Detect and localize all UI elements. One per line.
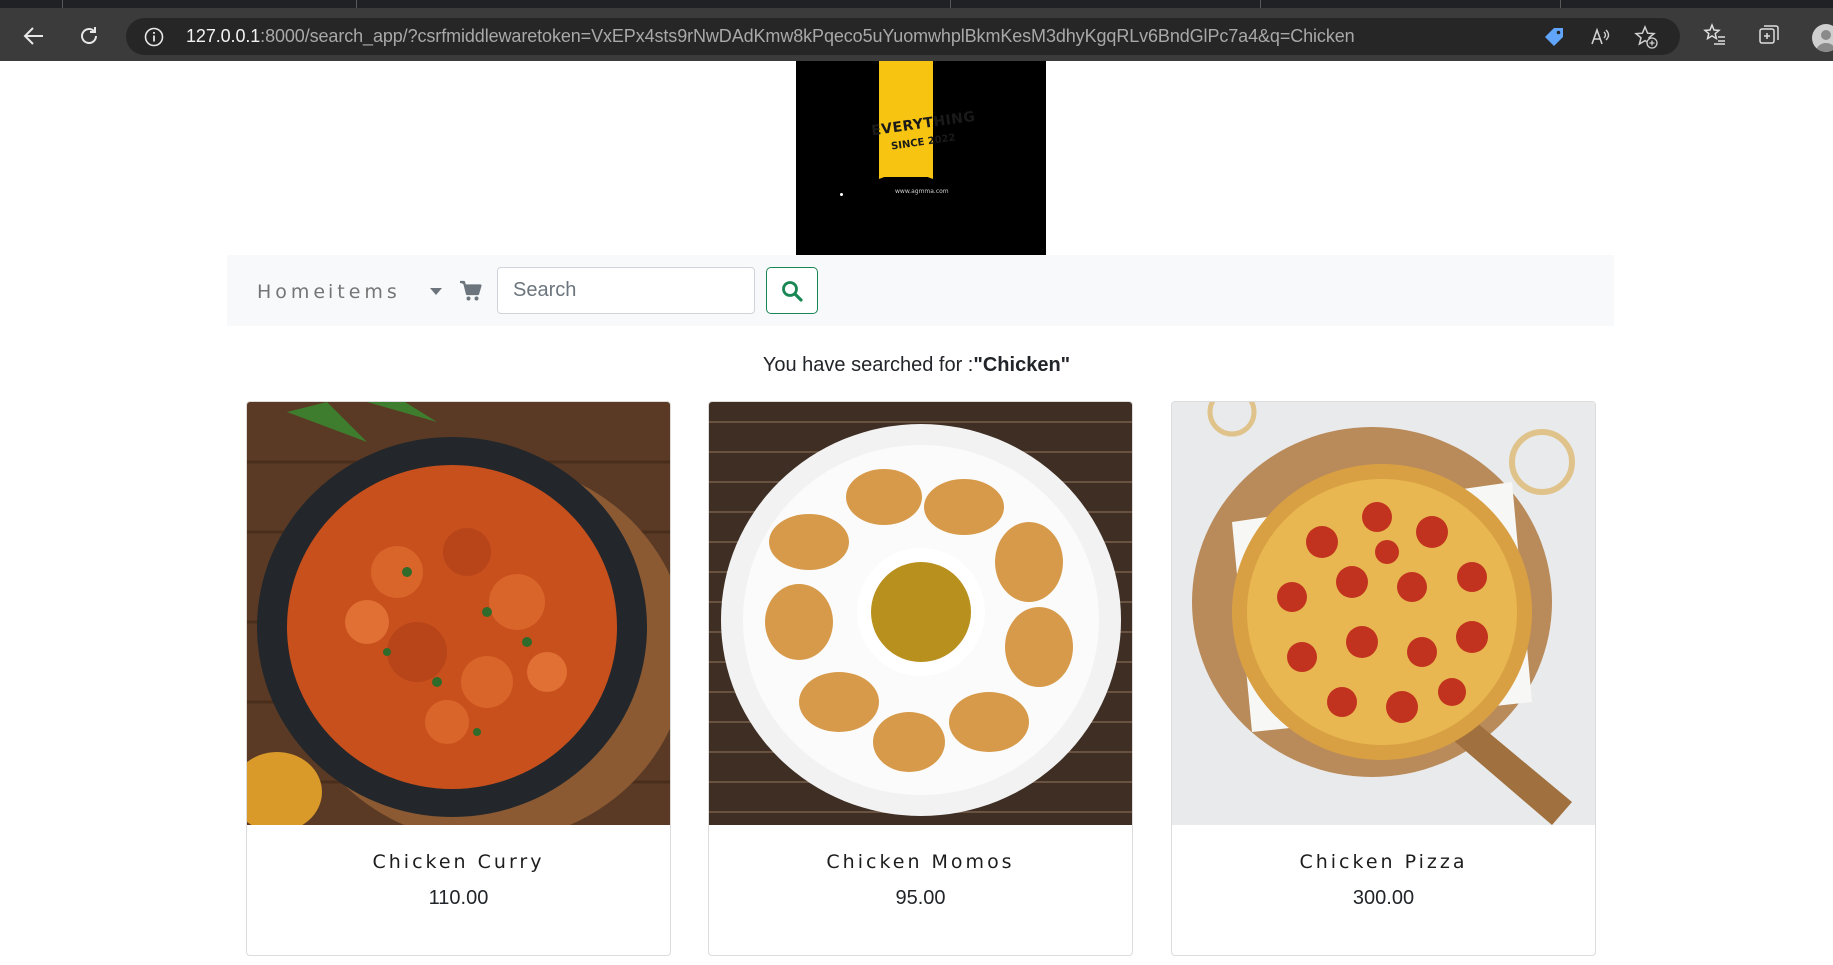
profile-avatar[interactable] (1812, 24, 1833, 52)
search-icon (782, 280, 803, 302)
favorites-icon (1703, 23, 1725, 45)
url-host: 127.0.0.1 (186, 26, 261, 46)
tab-separator (950, 0, 951, 8)
logo-dot (840, 193, 843, 196)
collections-icon (1759, 25, 1779, 44)
back-icon (23, 27, 43, 45)
product-price: 110.00 (428, 887, 489, 909)
product-price: 300.00 (1352, 887, 1415, 909)
info-icon (144, 27, 164, 47)
product-name[interactable]: Chicken Momos (709, 851, 1132, 873)
tab-separator (1260, 0, 1261, 8)
items-dropdown-caret-icon[interactable] (430, 288, 442, 295)
address-bar[interactable]: 127.0.0.1:8000/search_app/?csrfmiddlewar… (126, 18, 1680, 55)
product-name[interactable]: Chicken Curry (247, 851, 670, 873)
cart-icon[interactable] (459, 279, 483, 303)
search-input[interactable] (497, 267, 755, 314)
back-button[interactable] (18, 20, 50, 52)
chicken-pizza-image[interactable] (1172, 402, 1595, 825)
tag-icon (1545, 28, 1563, 46)
nav-home-link[interactable]: Home (257, 281, 329, 303)
collections-button[interactable] (1755, 21, 1783, 49)
search-query: "Chicken" (973, 354, 1071, 376)
reload-button[interactable] (73, 20, 105, 52)
url-text[interactable]: 127.0.0.1:8000/search_app/?csrfmiddlewar… (186, 26, 1355, 47)
chicken-momos-image[interactable] (709, 402, 1132, 825)
search-result-message: You have searched for :"Chicken" (0, 354, 1833, 377)
read-aloud-icon (1591, 27, 1610, 45)
favorites-button[interactable] (1701, 21, 1729, 49)
profile-icon (1816, 30, 1833, 52)
tab-separator (1560, 0, 1561, 8)
search-prefix: You have searched for : (762, 354, 974, 376)
tab-separator (356, 0, 357, 8)
product-card[interactable]: Chicken Curry 110.00 (246, 401, 671, 956)
product-card[interactable]: Chicken Pizza 300.00 (1171, 401, 1596, 956)
add-favorite-icon (1634, 25, 1658, 49)
tab-strip (0, 0, 1833, 8)
product-name[interactable]: Chicken Pizza (1172, 851, 1595, 873)
read-aloud-button[interactable] (1588, 25, 1612, 49)
site-info-button[interactable] (144, 27, 164, 51)
site-logo[interactable]: EVERYTHING SINCE 2022 www.agmma.com (796, 61, 1046, 255)
chicken-curry-image[interactable] (247, 402, 670, 825)
product-price: 95.00 (895, 887, 946, 909)
main-navbar: Home items (227, 255, 1614, 326)
search-button[interactable] (766, 267, 818, 314)
nav-items-link[interactable]: items (328, 281, 401, 303)
add-favorite-button[interactable] (1634, 25, 1658, 49)
reload-icon (81, 27, 97, 44)
url-path: :8000/search_app/?csrfmiddlewaretoken=Vx… (260, 26, 1355, 46)
logo-site: www.agmma.com (895, 188, 949, 195)
logo-banner-tip (879, 169, 933, 179)
shopping-tag-button[interactable] (1542, 25, 1566, 49)
product-card[interactable]: Chicken Momos 95.00 (708, 401, 1133, 956)
tab-separator (62, 0, 63, 8)
browser-toolbar: 127.0.0.1:8000/search_app/?csrfmiddlewar… (0, 8, 1833, 61)
